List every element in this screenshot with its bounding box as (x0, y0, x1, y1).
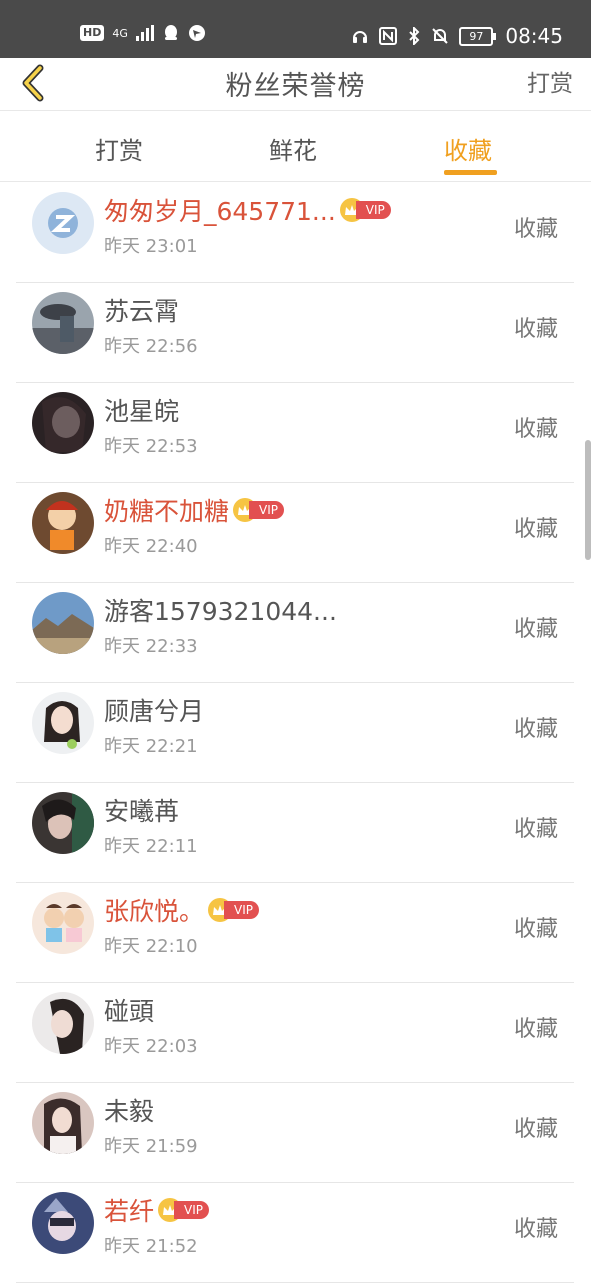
list-item[interactable]: 若纤 VIP 昨天 21:52 收藏 (16, 1182, 574, 1283)
clock: 08:45 (505, 24, 563, 48)
user-name: 若纤 (104, 1197, 155, 1226)
name-line: 奶糖不加糖 VIP (104, 492, 284, 528)
name-line: 若纤 VIP (104, 1192, 209, 1228)
vip-label: VIP (224, 901, 259, 919)
action-label: 收藏 (513, 817, 558, 842)
timestamp: 昨天 22:33 (104, 636, 198, 657)
timestamp: 昨天 22:21 (104, 736, 198, 757)
list-item[interactable]: 未毅 昨天 21:59 收藏 (16, 1082, 574, 1183)
avatar (32, 592, 94, 654)
user-name: 碰頭 (104, 997, 155, 1026)
list-item[interactable]: 池星皖 昨天 22:53 收藏 (16, 382, 574, 483)
network-type: 4G (112, 26, 128, 40)
user-name: 池星皖 (104, 397, 180, 426)
avatar (32, 692, 94, 754)
avatar (32, 1092, 94, 1154)
name-line: 苏云霄 (104, 292, 179, 328)
vip-badge: VIP (233, 498, 284, 522)
list-item[interactable]: 碰頭 昨天 22:03 收藏 (16, 982, 574, 1083)
tab-bar: 打赏 鲜花 收藏 (0, 111, 591, 181)
action-label: 收藏 (513, 1017, 558, 1042)
name-line: 张欣悦。 VIP (104, 892, 259, 928)
vip-label: VIP (249, 501, 284, 519)
name-line: 未毅 (104, 1092, 154, 1128)
timestamp: 昨天 22:56 (104, 336, 198, 357)
user-name: 顾唐兮月 (104, 697, 205, 726)
avatar (32, 392, 94, 454)
list-item[interactable]: 匆匆岁月_645771... VIP 昨天 23:01 收藏 (16, 182, 574, 283)
user-name: 游客1579321044... (104, 597, 337, 626)
action-label: 收藏 (513, 717, 558, 742)
vip-badge: VIP (208, 898, 259, 922)
action-label: 收藏 (513, 1217, 558, 1242)
vip-label: VIP (355, 201, 391, 219)
list-item[interactable]: 游客1579321044... 昨天 22:33 收藏 (16, 582, 574, 683)
avatar (32, 492, 94, 554)
qq-icon (164, 25, 177, 40)
vip-badge: VIP (158, 1198, 209, 1222)
status-right: 97 08:45 (351, 24, 563, 48)
action-label: 收藏 (513, 417, 558, 442)
avatar (32, 992, 94, 1054)
signal-icon (135, 25, 154, 41)
user-name: 未毅 (104, 1097, 155, 1126)
avatar (32, 292, 94, 354)
avatar (32, 192, 94, 254)
active-tab-indicator (444, 170, 497, 175)
timestamp: 昨天 22:10 (104, 936, 198, 957)
list-item[interactable]: 安曦苒 昨天 22:11 收藏 (16, 782, 574, 883)
bluetooth-icon (409, 27, 420, 45)
reward-button[interactable]: 打赏 (527, 64, 573, 98)
hd-indicator: HD (80, 25, 105, 41)
timestamp: 昨天 21:59 (104, 1136, 198, 1157)
avatar (32, 1192, 94, 1254)
list-item[interactable]: 顾唐兮月 昨天 22:21 收藏 (16, 682, 574, 783)
vip-label: VIP (174, 1201, 209, 1219)
user-name: 苏云霄 (104, 297, 180, 326)
name-line: 游客1579321044... (104, 592, 337, 628)
nfc-icon (379, 27, 398, 45)
action-label: 收藏 (513, 317, 558, 342)
action-label: 收藏 (513, 917, 558, 942)
list-item[interactable]: 奶糖不加糖 VIP 昨天 22:40 收藏 (16, 482, 574, 583)
name-line: 安曦苒 (104, 792, 179, 828)
name-line: 匆匆岁月_645771... VIP (104, 192, 391, 228)
list-item[interactable]: 张欣悦。 VIP 昨天 22:10 收藏 (16, 882, 574, 983)
mute-bell-icon (432, 28, 449, 44)
timestamp: 昨天 22:40 (104, 536, 198, 557)
status-bar: HD 4G 97 08:45 (0, 0, 591, 58)
avatar (32, 892, 94, 954)
timestamp: 昨天 21:52 (104, 1236, 198, 1257)
user-name: 张欣悦。 (104, 897, 205, 926)
action-label: 收藏 (513, 617, 558, 642)
action-label: 收藏 (513, 517, 558, 542)
user-name: 安曦苒 (104, 797, 180, 826)
name-line: 池星皖 (104, 392, 179, 428)
name-line: 顾唐兮月 (104, 692, 204, 728)
timestamp: 昨天 23:01 (104, 236, 198, 257)
timestamp: 昨天 22:11 (104, 836, 198, 857)
headphones-icon (353, 31, 368, 43)
user-name: 匆匆岁月_645771... (104, 197, 336, 226)
user-name: 奶糖不加糖 (104, 497, 230, 526)
action-label: 收藏 (513, 1117, 558, 1142)
avatar (32, 792, 94, 854)
name-line: 碰頭 (104, 992, 154, 1028)
page-title: 粉丝荣誉榜 (225, 71, 366, 102)
tab-flowers[interactable]: 鲜花 (269, 131, 317, 166)
app-notification-icon (188, 25, 205, 41)
scrollbar[interactable] (585, 440, 591, 560)
tab-favorites[interactable]: 收藏 (444, 131, 492, 166)
list-item[interactable]: 苏云霄 昨天 22:56 收藏 (16, 282, 574, 383)
timestamp: 昨天 22:03 (104, 1036, 198, 1057)
status-left: HD 4G (80, 24, 206, 42)
battery-icon: 97 (459, 26, 497, 46)
action-label: 收藏 (513, 217, 558, 242)
timestamp: 昨天 22:53 (104, 436, 198, 457)
vip-badge: VIP (339, 198, 391, 222)
nav-bar: 粉丝荣誉榜 打赏 (0, 58, 591, 110)
tab-reward[interactable]: 打赏 (95, 131, 143, 166)
